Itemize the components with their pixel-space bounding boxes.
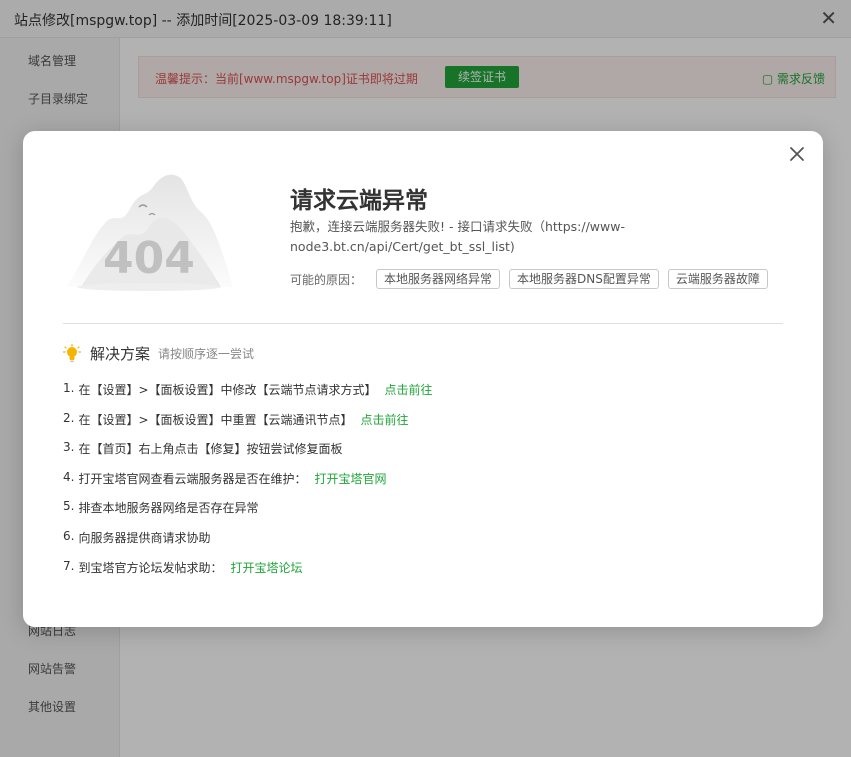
error-description: 抱歉，连接云端服务器失败! - 接口请求失败（https://www-node3… — [290, 219, 625, 254]
close-icon[interactable] — [785, 142, 809, 166]
list-item: 7. 到宝塔官方论坛发帖求助： 打开宝塔论坛 — [63, 558, 303, 576]
reason-tag-dns: 本地服务器DNS配置异常 — [509, 269, 659, 289]
list-item: 5. 排查本地服务器网络是否存在异常 — [63, 499, 259, 516]
step-text: 向服务器提供商请求协助 — [78, 530, 211, 545]
step-text: 排查本地服务器网络是否存在异常 — [78, 501, 259, 516]
list-item: 4. 打开宝塔官网查看云端服务器是否在维护： 打开宝塔官网 — [63, 469, 387, 487]
error-dialog: 404 请求云端异常 抱歉，连接云端服务器失败! - 接口请求失败（https:… — [23, 131, 823, 627]
404-text: 404 — [103, 233, 195, 284]
goto-settings-link[interactable]: 点击前往 — [385, 381, 433, 398]
goto-settings-link[interactable]: 点击前往 — [361, 411, 409, 428]
solution-subtitle: 请按顺序逐一尝试 — [158, 347, 255, 361]
404-illustration: 404 — [61, 167, 236, 297]
step-text: 在【首页】右上角点击【修复】按钮尝试修复面板 — [78, 442, 343, 457]
list-item: 3. 在【首页】右上角点击【修复】按钮尝试修复面板 — [63, 440, 343, 457]
possible-reasons: 可能的原因： 本地服务器网络异常 本地服务器DNS配置异常 云端服务器故障 — [290, 269, 777, 289]
step-text: 到宝塔官方论坛发帖求助： — [78, 560, 223, 575]
list-item: 1. 在【设置】>【面板设置】中修改【云端节点请求方式】 点击前往 — [63, 381, 433, 398]
step-text: 打开宝塔官网查看云端服务器是否在维护： — [78, 471, 307, 486]
lightbulb-icon — [63, 343, 81, 364]
open-bt-forum-link[interactable]: 打开宝塔论坛 — [230, 559, 302, 576]
reason-tag-network: 本地服务器网络异常 — [376, 269, 501, 289]
open-bt-website-link[interactable]: 打开宝塔官网 — [314, 470, 386, 487]
reasons-label: 可能的原因： — [290, 272, 363, 287]
divider — [63, 323, 783, 324]
step-text: 在【设置】>【面板设置】中修改【云端节点请求方式】 — [78, 383, 377, 397]
list-item: 2. 在【设置】>【面板设置】中重置【云端通讯节点】 点击前往 — [63, 410, 409, 428]
solution-header: 解决方案 请按顺序逐一尝试 — [63, 343, 254, 364]
list-item: 6. 向服务器提供商请求协助 — [63, 528, 211, 545]
solution-title: 解决方案 — [90, 345, 151, 363]
reason-tag-cloud: 云端服务器故障 — [667, 269, 768, 289]
step-text: 在【设置】>【面板设置】中重置【云端通讯节点】 — [78, 412, 353, 427]
solution-steps: 1. 在【设置】>【面板设置】中修改【云端节点请求方式】 点击前往 2. 在【设… — [63, 381, 433, 588]
error-title: 请求云端异常 — [290, 188, 428, 214]
